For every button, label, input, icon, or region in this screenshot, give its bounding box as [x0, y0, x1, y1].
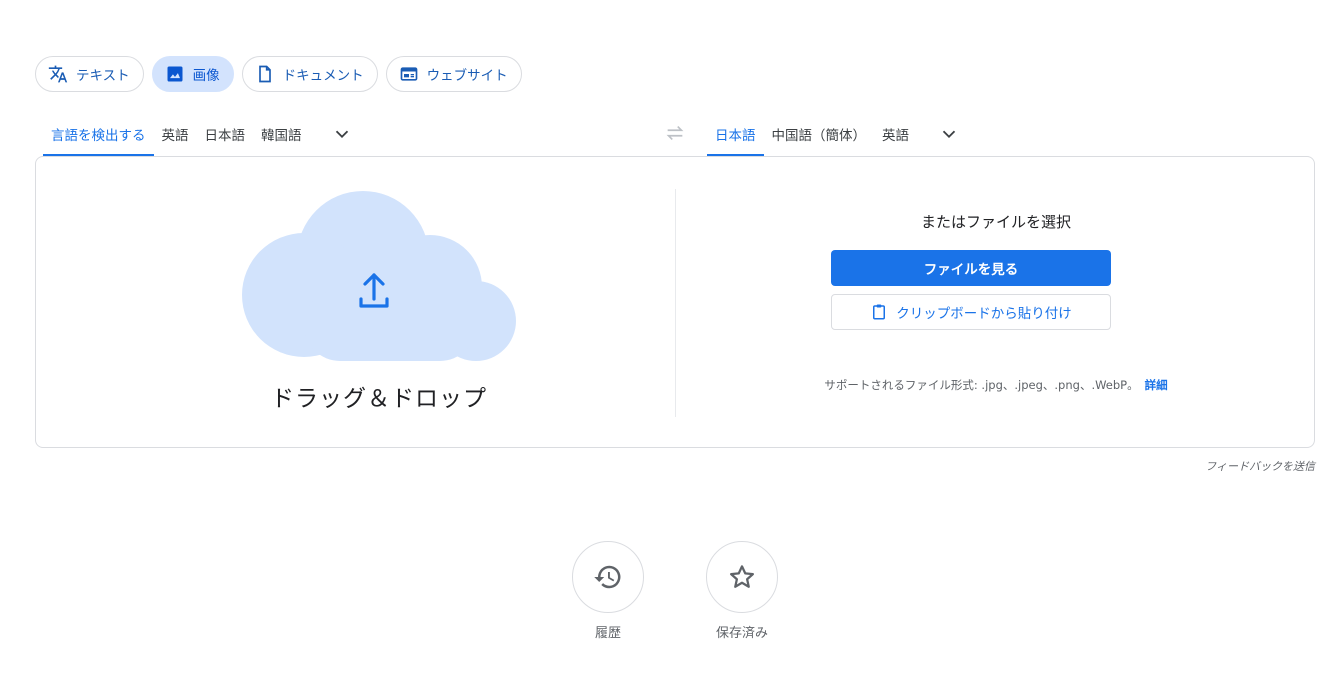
target-lang-english[interactable]: 英語: [874, 112, 917, 156]
cloud-upload-icon: [242, 191, 516, 361]
browse-files-button[interactable]: ファイルを見る: [831, 250, 1111, 286]
source-lang-english[interactable]: 英語: [154, 112, 197, 156]
target-lang-japanese[interactable]: 日本語: [707, 112, 764, 156]
source-lang-korean[interactable]: 韓国語: [253, 112, 310, 156]
target-lang-chinese-simplified[interactable]: 中国語（簡体）: [764, 112, 875, 156]
saved-action: 保存済み: [692, 541, 792, 641]
source-more-languages-button[interactable]: [324, 112, 360, 156]
history-action: 履歴: [558, 541, 658, 641]
source-language-tabs: 言語を検出する 英語 日本語 韓国語: [43, 112, 360, 156]
or-select-file-text: またはファイルを選択: [920, 213, 1071, 231]
translate-app: テキスト 画像 ドキュメント ウェブサイト 言語を検出する 英語 日本語 韓国語: [0, 0, 1339, 680]
document-icon: [255, 64, 275, 84]
drop-zone[interactable]: [238, 189, 520, 361]
image-icon: [165, 64, 185, 84]
target-more-languages-button[interactable]: [931, 112, 967, 156]
paste-clipboard-label: クリップボードから貼り付け: [896, 306, 1072, 322]
mode-document-label: ドキュメント: [282, 68, 364, 84]
mode-website-label: ウェブサイト: [426, 68, 508, 84]
swap-languages-button[interactable]: [662, 120, 688, 146]
send-feedback-link[interactable]: フィードバックを送信: [1205, 458, 1315, 474]
chevron-down-icon: [942, 130, 956, 139]
mode-text-button[interactable]: テキスト: [35, 56, 144, 92]
swap-icon: [666, 125, 684, 141]
website-icon: [399, 64, 419, 84]
star-icon: [730, 565, 754, 588]
details-link[interactable]: 詳細: [1145, 378, 1168, 392]
bottom-actions: 履歴 保存済み: [0, 541, 1339, 651]
mode-image-label: 画像: [192, 68, 220, 84]
image-upload-panel: ドラッグ＆ドロップ またはファイルを選択 ファイルを見る クリップボードから貼り…: [35, 156, 1315, 448]
mode-document-button[interactable]: ドキュメント: [241, 56, 378, 92]
mode-image-button[interactable]: 画像: [151, 56, 234, 92]
target-language-tabs: 日本語 中国語（簡体） 英語: [707, 112, 967, 156]
supported-formats-text: サポートされるファイル形式: .jpg、.jpeg、.png、.WebP。: [824, 378, 1139, 392]
file-select-area: またはファイルを選択 ファイルを見る クリップボードから貼り付け サポートされる…: [676, 157, 1316, 449]
clipboard-icon: [873, 304, 886, 320]
mode-text-label: テキスト: [76, 68, 130, 84]
drag-drop-text: ドラッグ＆ドロップ: [271, 386, 487, 412]
source-lang-japanese[interactable]: 日本語: [197, 112, 254, 156]
mode-website-button[interactable]: ウェブサイト: [385, 56, 522, 92]
history-label: 履歴: [594, 626, 621, 641]
paste-clipboard-button[interactable]: クリップボードから貼り付け: [831, 294, 1111, 330]
chevron-down-icon: [335, 130, 348, 139]
mode-selector: テキスト 画像 ドキュメント ウェブサイト: [35, 56, 522, 92]
history-button[interactable]: [572, 541, 644, 613]
saved-button[interactable]: [706, 541, 778, 613]
saved-label: 保存済み: [715, 626, 768, 641]
supported-formats: サポートされるファイル形式: .jpg、.jpeg、.png、.WebP。 詳細: [676, 377, 1316, 393]
translate-icon: [48, 64, 68, 84]
history-icon: [594, 565, 621, 589]
source-lang-detect[interactable]: 言語を検出する: [43, 112, 154, 156]
